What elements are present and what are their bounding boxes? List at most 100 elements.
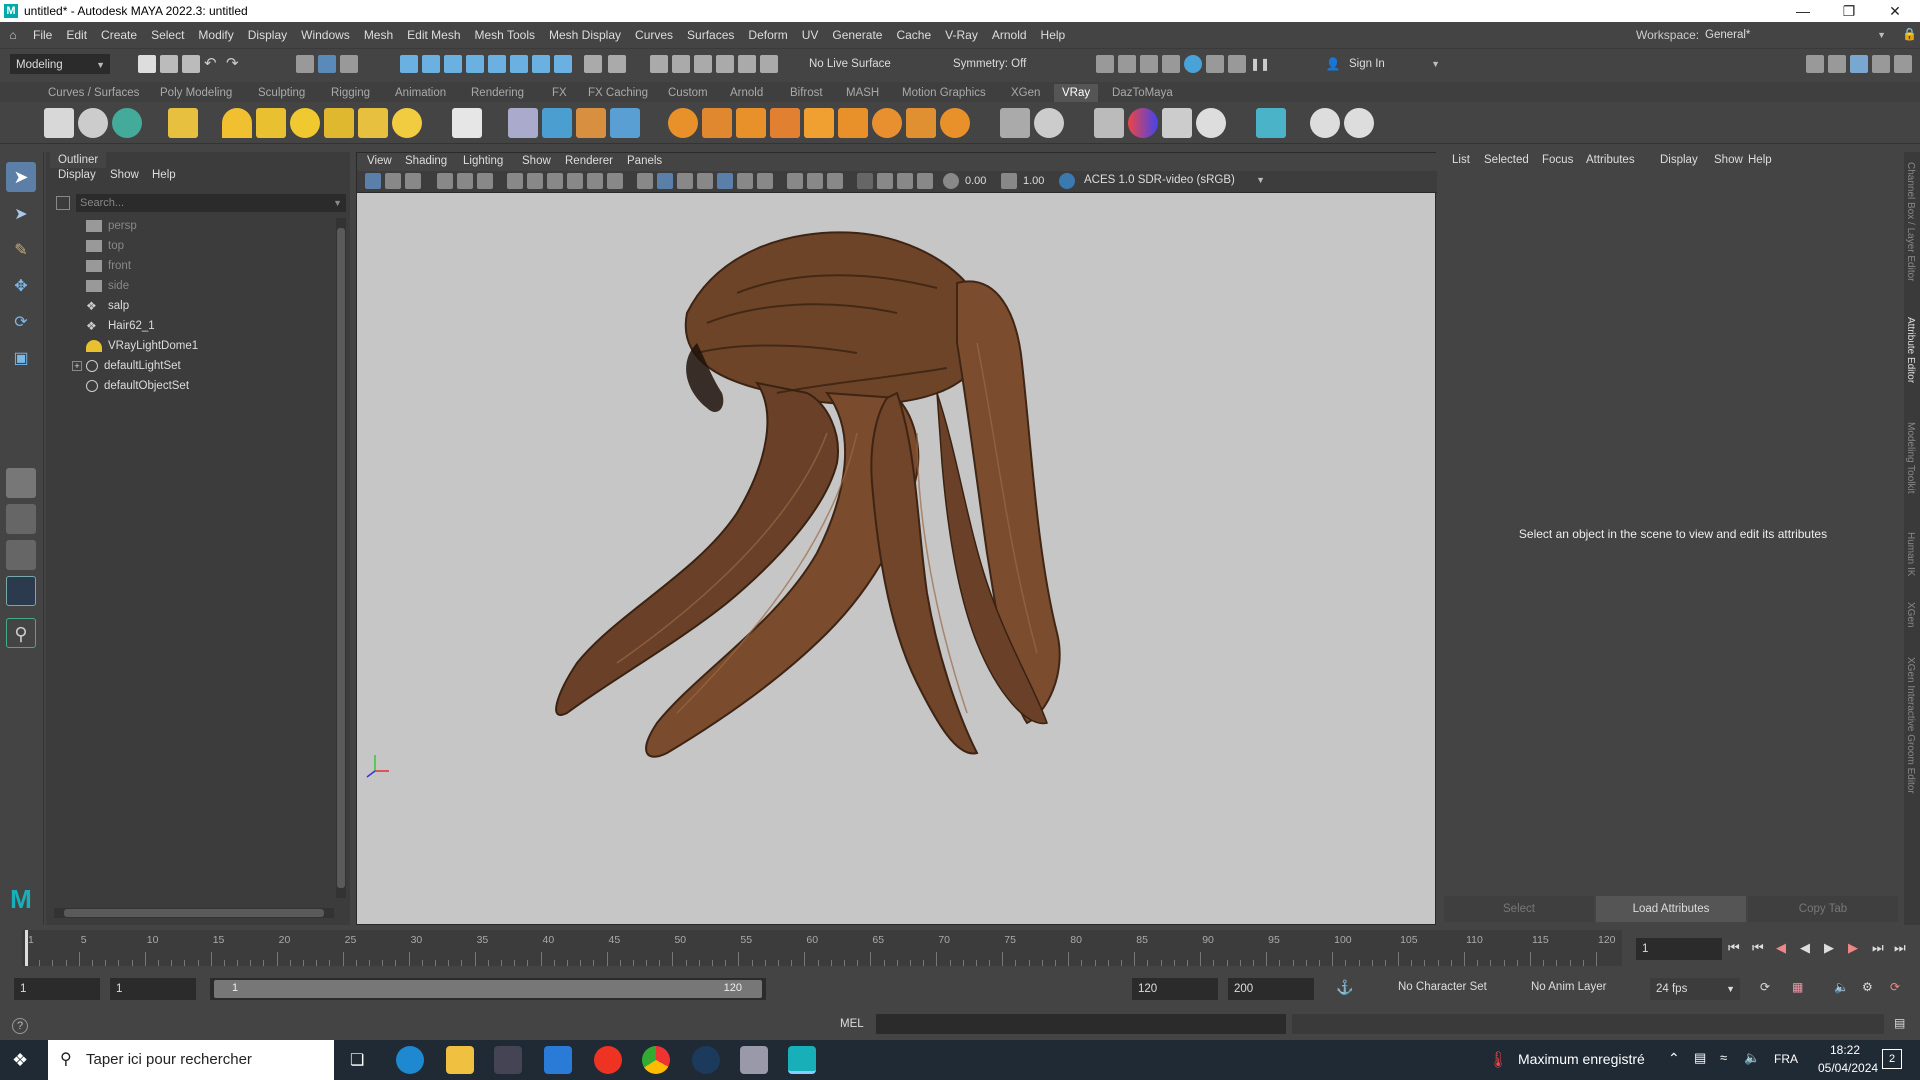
make-live-icon[interactable]: [716, 55, 734, 73]
save-scene-icon[interactable]: [182, 55, 200, 73]
outliner-item-top[interactable]: top: [86, 236, 124, 256]
app-window-icon[interactable]: [740, 1046, 768, 1074]
animation-prefs-icon[interactable]: ⚙: [1862, 980, 1873, 994]
step-back-key-icon[interactable]: ⏮: [1752, 940, 1764, 956]
close-icon[interactable]: ✕: [1872, 0, 1918, 22]
render-settings-icon[interactable]: [1140, 55, 1158, 73]
outliner-item-defaultlightset[interactable]: + defaultLightSet: [72, 356, 181, 376]
sphere-light-icon[interactable]: [290, 108, 320, 138]
ae-menu-show[interactable]: Show: [1714, 154, 1743, 166]
ae-menu-attributes[interactable]: Attributes: [1586, 154, 1635, 166]
grass-icon[interactable]: [736, 108, 766, 138]
snap-view-icon[interactable]: [466, 55, 484, 73]
depth-of-field-icon[interactable]: [827, 173, 843, 189]
construction-history-icon[interactable]: [608, 55, 626, 73]
displacement-icon[interactable]: [770, 108, 800, 138]
menu-modify[interactable]: Modify: [191, 28, 240, 42]
plane-icon[interactable]: [452, 108, 482, 138]
chrome-icon[interactable]: [642, 1046, 670, 1074]
clipper-icon[interactable]: [838, 108, 868, 138]
ambient-occlusion-icon[interactable]: [757, 173, 773, 189]
output-ops-icon[interactable]: [694, 55, 712, 73]
menu-surfaces[interactable]: Surfaces: [680, 28, 741, 42]
viewport-canvas[interactable]: [357, 193, 1435, 924]
workspace-dropdown[interactable]: General* ▼: [1700, 25, 1890, 45]
camera-attributes-icon[interactable]: [385, 173, 401, 189]
menu-arnold[interactable]: Arnold: [985, 28, 1034, 42]
mail-icon[interactable]: [544, 1046, 572, 1074]
outliner-item-defaultobjectset[interactable]: defaultObjectSet: [86, 376, 189, 396]
moon-icon[interactable]: [872, 108, 902, 138]
step-back-frame-icon[interactable]: ◀: [1776, 940, 1786, 956]
playback-end-field[interactable]: 120: [1132, 978, 1218, 1000]
ae-load-attributes-button[interactable]: Load Attributes: [1596, 896, 1746, 922]
outliner-item-salp[interactable]: ❖ salp: [86, 296, 129, 316]
outliner-item-side[interactable]: side: [86, 276, 129, 296]
play-forwards-icon[interactable]: ▶: [1824, 940, 1834, 956]
select-camera-icon[interactable]: [365, 173, 381, 189]
minimize-icon[interactable]: —: [1780, 0, 1826, 22]
menu-create[interactable]: Create: [94, 28, 144, 42]
hypershade-icon[interactable]: [760, 55, 778, 73]
outliner-item-vraylightdome[interactable]: VRayLightDome1: [86, 336, 198, 356]
render-history-icon[interactable]: [650, 55, 668, 73]
fur-icon[interactable]: [668, 108, 698, 138]
go-to-start-icon[interactable]: ⏮: [1728, 940, 1740, 956]
menu-curves[interactable]: Curves: [628, 28, 680, 42]
menu-file[interactable]: File: [26, 28, 59, 42]
shelf-tab-bifrost[interactable]: Bifrost: [782, 84, 831, 102]
live-surface-field[interactable]: No Live Surface: [804, 54, 924, 74]
side-tab-attribute-editor[interactable]: Attribute Editor: [1905, 317, 1916, 383]
ae-menu-help[interactable]: Help: [1748, 154, 1772, 166]
decal-icon[interactable]: [1000, 108, 1030, 138]
ae-menu-list[interactable]: List: [1452, 154, 1470, 166]
steam-icon[interactable]: [692, 1046, 720, 1074]
ies-light-icon[interactable]: [358, 108, 388, 138]
restore-icon[interactable]: ❐: [1826, 0, 1872, 22]
modeling-toolkit-icon[interactable]: [1806, 55, 1824, 73]
isolate-select-icon[interactable]: [857, 173, 873, 189]
shelf-tab-rendering[interactable]: Rendering: [463, 84, 532, 102]
scene-start-field[interactable]: 1: [14, 978, 100, 1000]
clock-date[interactable]: 05/04/2024: [1818, 1061, 1878, 1075]
maya-taskbar-icon[interactable]: [788, 1046, 816, 1074]
outliner-horizontal-scrollbar[interactable]: [54, 908, 334, 918]
select-component-icon[interactable]: [340, 55, 358, 73]
wireframe-on-shaded-icon[interactable]: [677, 173, 693, 189]
spot-light-icon[interactable]: [256, 108, 286, 138]
move-tool-icon[interactable]: ✥: [6, 272, 36, 302]
four-view-icon[interactable]: [6, 504, 36, 534]
rotate-tool-icon[interactable]: ⟳: [6, 308, 36, 338]
view-transform-dropdown[interactable]: ACES 1.0 SDR-video (sRGB) ▼: [1079, 172, 1269, 190]
mesh-light-icon[interactable]: [324, 108, 354, 138]
menu-uv[interactable]: UV: [795, 28, 826, 42]
shelf-tab-fx-caching[interactable]: FX Caching: [580, 84, 656, 102]
evaluation-icon[interactable]: ⟳: [1890, 980, 1900, 994]
image-plane-icon[interactable]: [437, 173, 453, 189]
menu-windows[interactable]: Windows: [294, 28, 357, 42]
scatter-icon[interactable]: [906, 108, 936, 138]
go-to-end-icon[interactable]: ⏭: [1894, 940, 1906, 956]
shelf-tab-poly-modeling[interactable]: Poly Modeling: [152, 84, 240, 102]
render-view-icon[interactable]: [1184, 55, 1202, 73]
node-editor-icon[interactable]: [738, 55, 756, 73]
time-ruler[interactable]: 1 5 10 15 20 25 30 35 40 45 50 55 60 65 70 75 80 85 90 95 10…: [22, 930, 1622, 966]
proxy-export-icon[interactable]: [542, 108, 572, 138]
snap-grid-icon[interactable]: [400, 55, 418, 73]
outliner-item-front[interactable]: front: [86, 256, 131, 276]
file-explorer-icon[interactable]: [446, 1046, 474, 1074]
wifi-icon[interactable]: ≈: [1720, 1050, 1727, 1065]
sun-light-icon[interactable]: [392, 108, 422, 138]
resolution-gate-icon[interactable]: [547, 173, 563, 189]
filter-icon[interactable]: [56, 196, 70, 210]
current-time-indicator[interactable]: [25, 930, 28, 966]
menu-generate[interactable]: Generate: [825, 28, 889, 42]
vray-frame-buffer-icon[interactable]: [1206, 55, 1224, 73]
cache-icon[interactable]: ▦: [1792, 980, 1803, 994]
tab-outliner[interactable]: Outliner: [50, 152, 107, 168]
shelf-tab-xgen[interactable]: XGen: [1003, 84, 1048, 102]
vray-render-icon[interactable]: [78, 108, 108, 138]
clock-time[interactable]: 18:22: [1830, 1043, 1860, 1057]
side-tab-human-ik[interactable]: Human IK: [1905, 532, 1916, 576]
lasso-tool-icon[interactable]: ➤: [6, 200, 36, 230]
